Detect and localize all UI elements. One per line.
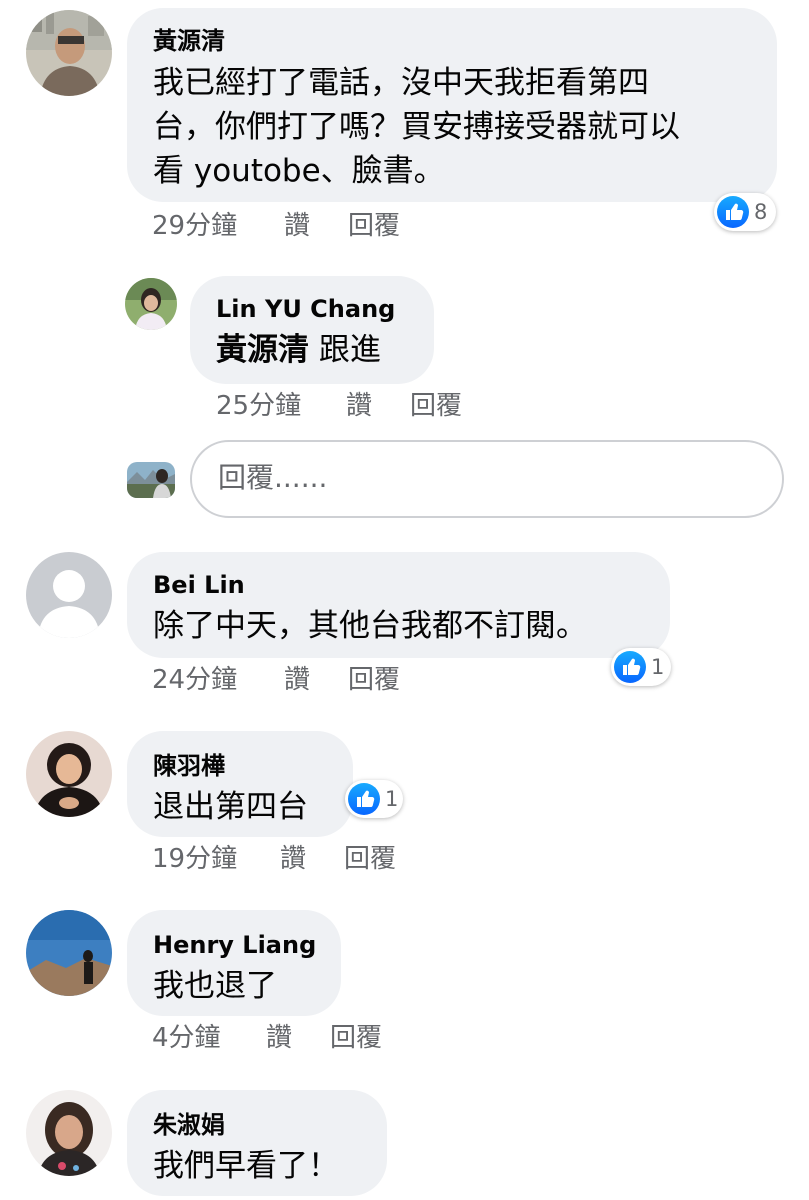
comment-bubble: 朱淑娟 我們早看了！ [127, 1090, 387, 1196]
comment-text: 退出第四台 [153, 789, 308, 825]
comment-text-line: 我已經打了電話，沒中天我拒看第四 [153, 65, 649, 101]
comment-bubble: 陳羽樺 退出第四台 [127, 731, 353, 837]
reaction-count[interactable]: 1 [345, 780, 403, 818]
reply-input-box[interactable] [190, 440, 784, 518]
person-silhouette-icon [26, 552, 112, 638]
reply-button[interactable]: 回覆 [348, 210, 400, 242]
comment-author[interactable]: 黃源清 [153, 26, 225, 56]
comment-time: 4分鐘 [152, 1023, 221, 1053]
reply-button[interactable]: 回覆 [330, 1022, 382, 1054]
comment-time: 25分鐘 [216, 391, 302, 421]
reply-button[interactable]: 回覆 [344, 843, 396, 875]
comment-time: 19分鐘 [152, 844, 238, 874]
comment-text: 我們早看了！ [153, 1148, 339, 1184]
like-icon [348, 783, 380, 815]
reply-button[interactable]: 回覆 [410, 390, 462, 422]
avatar[interactable] [125, 278, 177, 330]
like-button[interactable]: 讚 [284, 210, 310, 242]
comment-text: 黃源清 跟進 [216, 328, 381, 372]
reaction-number: 8 [754, 200, 768, 224]
comment-bubble: Bei Lin 除了中天，其他台我都不訂閱。 [127, 552, 670, 658]
like-button[interactable]: 讚 [280, 843, 306, 875]
comment-author[interactable]: Henry Liang [153, 930, 316, 960]
reply-input[interactable] [216, 460, 740, 495]
comment-actions: 24分鐘 讚 回覆 [152, 664, 552, 696]
like-button[interactable]: 讚 [266, 1022, 292, 1054]
comment-actions: 19分鐘 讚 回覆 [152, 843, 552, 875]
comment-author[interactable]: 朱淑娟 [153, 1110, 225, 1140]
comment-actions: 4分鐘 讚 回覆 [152, 1022, 552, 1054]
like-button[interactable]: 讚 [346, 390, 372, 422]
reaction-number: 1 [385, 787, 399, 811]
comment-bubble: Lin YU Chang 黃源清 跟進 [190, 276, 434, 384]
avatar[interactable] [26, 552, 112, 638]
avatar[interactable] [26, 1090, 112, 1176]
comment-actions: 25分鐘 讚 回覆 [216, 390, 616, 422]
reply-button[interactable]: 回覆 [348, 664, 400, 696]
reaction-count[interactable]: 8 [714, 193, 776, 231]
comment-text-line: 台，你們打了嗎？買安搏接受器就可以 [153, 109, 680, 145]
comment-text-body: 跟進 [318, 332, 381, 368]
comment-bubble: Henry Liang 我也退了 [127, 910, 341, 1016]
reaction-number: 1 [651, 655, 665, 679]
mention-tag[interactable]: 黃源清 [216, 332, 309, 368]
comment-text: 除了中天，其他台我都不訂閱。 [153, 608, 587, 644]
avatar[interactable] [26, 910, 112, 996]
comment-author[interactable]: 陳羽樺 [153, 751, 225, 781]
comment-time: 24分鐘 [152, 665, 238, 695]
comment-author[interactable]: Bei Lin [153, 570, 245, 600]
comment-text: 我也退了 [153, 968, 277, 1004]
avatar[interactable] [26, 731, 112, 817]
comment-time: 29分鐘 [152, 211, 238, 241]
comment-bubble: 黃源清 我已經打了電話，沒中天我拒看第四 台，你們打了嗎？買安搏接受器就可以 看… [127, 8, 777, 202]
comment-text-line: 看 youtobe、臉書。 [153, 153, 445, 189]
reaction-count[interactable]: 1 [611, 648, 671, 686]
like-icon [614, 651, 646, 683]
like-button[interactable]: 讚 [284, 664, 310, 696]
comment-actions: 29分鐘 讚 回覆 [152, 210, 552, 242]
like-icon [717, 196, 749, 228]
avatar[interactable] [26, 10, 112, 96]
comment-author[interactable]: Lin YU Chang [216, 294, 395, 324]
avatar [127, 462, 175, 498]
